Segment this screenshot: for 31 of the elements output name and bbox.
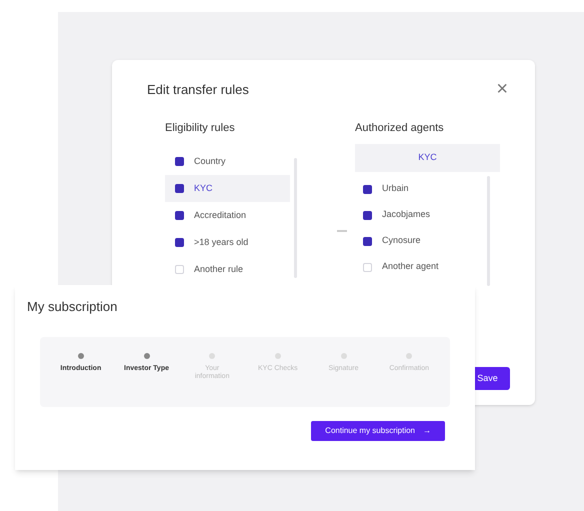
rule-label: Country bbox=[194, 154, 226, 168]
agent-label: Cynosure bbox=[382, 234, 421, 248]
rule-item[interactable]: Accreditation bbox=[165, 202, 290, 229]
rule-label: Accreditation bbox=[194, 208, 246, 222]
agent-label: Urbain bbox=[382, 182, 409, 196]
dash-icon bbox=[337, 230, 347, 232]
column-heading: Authorized agents bbox=[355, 120, 445, 136]
checkbox[interactable] bbox=[175, 265, 184, 274]
selected-rule-header: KYC bbox=[355, 144, 500, 172]
checkbox[interactable] bbox=[363, 262, 372, 272]
rule-item[interactable]: Country bbox=[165, 148, 290, 175]
agent-label: Jacobjames bbox=[382, 208, 430, 222]
rule-label: >18 years old bbox=[194, 236, 248, 249]
rule-item[interactable]: >18 years old bbox=[165, 229, 290, 256]
rule-item[interactable]: Another rule bbox=[165, 256, 290, 283]
continue-button[interactable]: Continue my subscription → bbox=[311, 420, 445, 440]
card-title: My subscription bbox=[27, 298, 118, 316]
checkbox[interactable] bbox=[175, 184, 184, 193]
checkbox[interactable] bbox=[363, 210, 372, 220]
rule-label: Another rule bbox=[194, 262, 244, 276]
checkbox[interactable] bbox=[175, 211, 184, 220]
rule-label: KYC bbox=[194, 182, 213, 195]
column-heading: Eligibility rules bbox=[165, 120, 236, 136]
checkbox[interactable] bbox=[363, 236, 372, 246]
checkbox[interactable] bbox=[175, 238, 184, 247]
agent-label: Another agent bbox=[382, 260, 439, 274]
checkbox[interactable] bbox=[175, 157, 184, 166]
close-button[interactable]: × bbox=[496, 78, 508, 99]
dialog-title: Edit transfer rules bbox=[147, 81, 249, 99]
checkbox[interactable] bbox=[363, 184, 372, 194]
rule-item[interactable]: KYC bbox=[165, 175, 290, 202]
